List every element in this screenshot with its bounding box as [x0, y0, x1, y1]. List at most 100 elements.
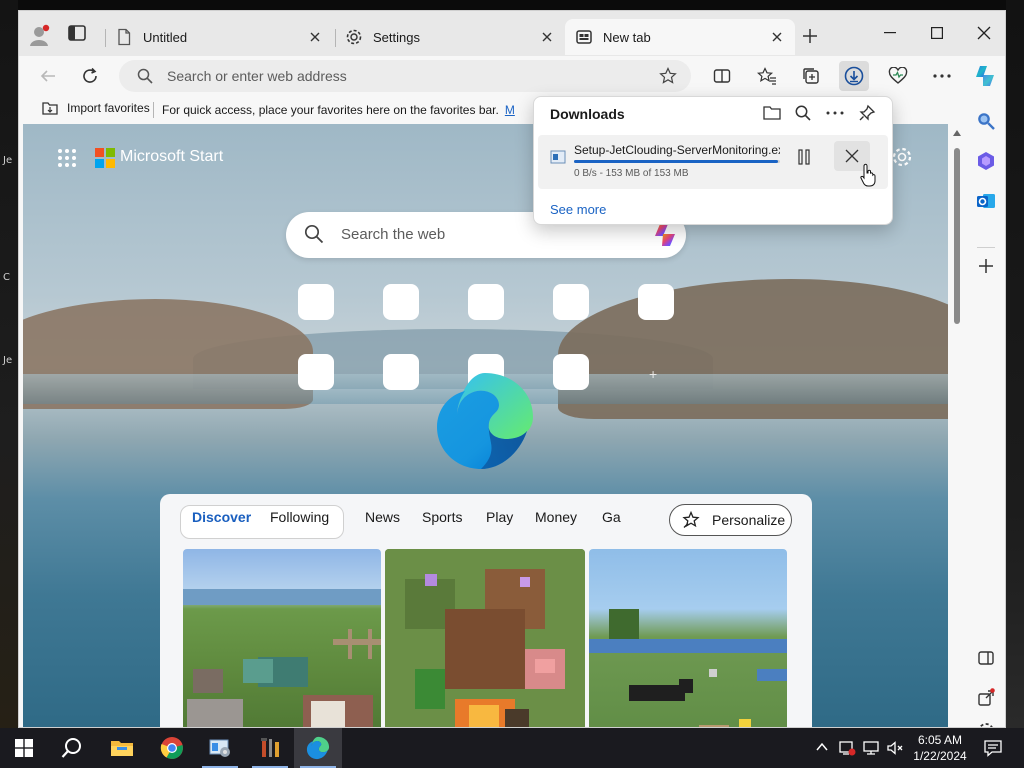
desktop-icon-label: Je	[3, 355, 13, 366]
profile-avatar-icon[interactable]	[29, 24, 51, 46]
minimize-icon[interactable]	[867, 18, 913, 48]
quick-link-tile[interactable]	[383, 354, 419, 390]
search-icon[interactable]	[48, 728, 96, 768]
search-icon[interactable]	[976, 111, 996, 131]
favorites-hint-text: For quick access, place your favorites h…	[162, 103, 499, 117]
tab-new-tab[interactable]: New tab	[565, 19, 795, 55]
desktop-icon-label: C	[3, 272, 10, 283]
feed-tab-news[interactable]: News	[365, 509, 400, 525]
page-settings-gear-icon[interactable]	[891, 146, 913, 168]
microsoft-logo-icon	[95, 148, 115, 168]
feed-tab-play[interactable]: Play	[486, 509, 513, 525]
pin-icon[interactable]	[858, 104, 878, 124]
back-arrow-icon[interactable]	[33, 61, 63, 91]
close-tab-icon[interactable]	[307, 29, 323, 45]
copilot-designer-icon[interactable]	[976, 151, 996, 171]
external-link-icon[interactable]	[976, 688, 996, 708]
personalize-button[interactable]: Personalize	[669, 504, 792, 536]
notification-center-icon[interactable]	[983, 738, 1003, 758]
tab-label: New tab	[603, 29, 651, 45]
sidebar-settings-icon[interactable]	[976, 721, 996, 727]
copilot-icon[interactable]	[652, 222, 678, 248]
file-explorer-icon[interactable]	[98, 728, 146, 768]
add-quick-link-icon[interactable]: +	[649, 366, 657, 382]
network-warning-icon[interactable]	[838, 739, 856, 757]
tab-label: Settings	[373, 29, 420, 45]
download-item[interactable]: Setup-JetClouding-ServerMonitoring.exe 0…	[538, 135, 888, 189]
outlook-icon[interactable]	[976, 191, 996, 211]
personalize-icon	[682, 511, 700, 528]
start-windows-icon[interactable]	[0, 728, 48, 768]
tools-icon[interactable]	[246, 728, 294, 768]
feed-tab-money[interactable]: Money	[535, 509, 577, 525]
more-options-icon[interactable]	[927, 61, 957, 91]
more-options-icon[interactable]	[826, 111, 846, 131]
close-window-icon[interactable]	[961, 18, 1005, 48]
system-clock[interactable]: 6:05 AM 1/22/2024	[910, 732, 970, 764]
feed-tab-games[interactable]: Ga	[602, 509, 621, 525]
feed-tab-sports[interactable]: Sports	[422, 509, 462, 525]
address-bar[interactable]: Search or enter web address	[119, 60, 691, 92]
downloads-panel: Downloads Setup-JetClouding-ServerMonito…	[533, 96, 893, 225]
tab-actions-icon[interactable]	[67, 24, 89, 44]
feed-card-image[interactable]	[385, 549, 585, 727]
download-file-name[interactable]: Setup-JetClouding-ServerMonitoring.exe	[574, 143, 780, 157]
page-scrollbar[interactable]	[949, 124, 965, 727]
quick-link-tile[interactable]	[383, 284, 419, 320]
hand-cursor-icon	[860, 163, 876, 187]
control-panel-icon[interactable]	[196, 728, 244, 768]
see-more-link[interactable]: See more	[550, 202, 606, 217]
volume-muted-icon[interactable]	[886, 739, 904, 757]
display-icon[interactable]	[862, 739, 880, 757]
tab-untitled[interactable]: Untitled	[105, 19, 333, 55]
newtab-icon	[575, 28, 593, 46]
quick-link-tile[interactable]	[553, 354, 589, 390]
quick-link-tile[interactable]	[638, 284, 674, 320]
divider	[153, 102, 154, 118]
gear-icon	[345, 28, 363, 46]
close-tab-icon[interactable]	[769, 29, 785, 45]
address-input[interactable]: Search or enter web address	[167, 68, 347, 84]
hide-sidebar-icon[interactable]	[976, 648, 996, 668]
search-downloads-icon[interactable]	[794, 104, 814, 124]
microsoft-start-brand[interactable]: Microsoft Start	[120, 148, 223, 166]
downloads-icon[interactable]	[839, 61, 869, 91]
scroll-up-arrow-icon[interactable]	[953, 130, 961, 136]
favorites-icon[interactable]	[752, 61, 782, 91]
split-screen-icon[interactable]	[707, 61, 737, 91]
copilot-icon[interactable]	[970, 61, 1000, 91]
quick-link-tile[interactable]	[298, 284, 334, 320]
feed-tab-following[interactable]: Following	[270, 509, 329, 525]
edge-taskbar-icon[interactable]	[294, 728, 342, 768]
feed-card-image[interactable]	[589, 549, 787, 727]
quick-link-tile[interactable]	[468, 284, 504, 320]
new-tab-plus-icon[interactable]	[801, 27, 819, 45]
refresh-icon[interactable]	[75, 61, 105, 91]
manage-favorites-link[interactable]: M	[505, 103, 515, 117]
app-launcher-icon[interactable]	[57, 148, 77, 168]
web-search-input[interactable]: Search the web	[341, 226, 445, 243]
chrome-icon[interactable]	[148, 728, 196, 768]
tab-settings[interactable]: Settings	[335, 19, 565, 55]
quick-link-tile[interactable]	[553, 284, 589, 320]
tab-label: Untitled	[143, 29, 188, 45]
browser-essentials-icon[interactable]	[883, 61, 913, 91]
installer-file-icon	[550, 149, 566, 165]
chevron-up-icon[interactable]	[815, 740, 833, 758]
collections-icon[interactable]	[796, 61, 826, 91]
navigation-toolbar: Search or enter web address	[19, 56, 1005, 96]
search-icon	[304, 224, 324, 244]
maximize-icon[interactable]	[914, 18, 960, 48]
browser-window: Untitled Settings New tab Search or ente…	[18, 10, 1006, 728]
add-sidebar-app-icon[interactable]	[976, 256, 996, 276]
import-favorites-button[interactable]: Import favorites	[33, 100, 150, 116]
clock-time: 6:05 AM	[917, 733, 963, 747]
feed-tab-discover[interactable]: Discover	[192, 509, 251, 525]
open-folder-icon[interactable]	[762, 104, 782, 124]
close-tab-icon[interactable]	[539, 29, 555, 45]
pause-icon[interactable]	[796, 149, 812, 165]
feed-card-image[interactable]	[183, 549, 381, 727]
scrollbar-thumb[interactable]	[954, 148, 960, 324]
quick-link-tile[interactable]	[298, 354, 334, 390]
favorite-star-icon[interactable]	[659, 67, 677, 85]
